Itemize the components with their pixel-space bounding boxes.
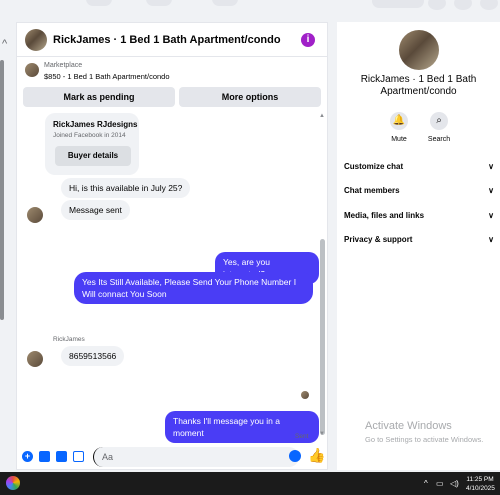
more-options-button[interactable]: More options xyxy=(179,87,321,107)
message-input[interactable]: Aa xyxy=(93,447,299,467)
scroll-up-arrow[interactable]: ▲ xyxy=(319,113,325,119)
section-label: Customize chat xyxy=(344,162,404,171)
activation-watermark-sub: Go to Settings to activate Windows. xyxy=(365,435,484,444)
chevron-down-icon: ∨ xyxy=(488,211,494,220)
left-scrollbar[interactable] xyxy=(0,60,4,320)
chevron-down-icon: ∨ xyxy=(488,162,494,171)
incoming-message[interactable]: 8659513566 xyxy=(61,346,125,366)
mark-pending-button[interactable]: Mark as pending xyxy=(23,87,175,107)
chat-title[interactable]: RickJames · 1 Bed 1 Bath Apartment/condo xyxy=(53,34,281,46)
search-icon[interactable]: ⌕ xyxy=(430,112,448,130)
listing-actions: Mark as pending More options xyxy=(17,87,327,111)
gif-icon[interactable] xyxy=(73,451,84,462)
chevron-up-icon[interactable]: ^ xyxy=(2,38,7,50)
chat-members-section[interactable]: Chat members ∨ xyxy=(344,186,494,198)
incoming-message[interactable]: Hi, is this available in July 25? xyxy=(61,178,191,198)
message-composer: + Aa 👍 xyxy=(17,445,327,469)
nav-icon-cut[interactable] xyxy=(86,0,112,6)
thumbs-up-icon[interactable]: 👍 xyxy=(308,447,325,464)
sent-status: Sent xyxy=(295,433,309,440)
privacy-support-section[interactable]: Privacy & support ∨ xyxy=(344,235,494,247)
nav-search-cut[interactable] xyxy=(372,0,424,8)
emoji-icon[interactable] xyxy=(289,450,301,462)
chevron-up-icon[interactable]: ^ xyxy=(424,479,428,488)
buyer-joined: Joined Facebook in 2014 xyxy=(53,132,126,139)
sender-name: RickJames xyxy=(53,336,85,343)
network-icon[interactable]: ▭ xyxy=(436,479,444,488)
avatar[interactable] xyxy=(399,30,439,70)
section-label: Media, files and links xyxy=(344,211,425,220)
clock-date: 4/10/2025 xyxy=(466,485,495,492)
marketplace-label: Marketplace xyxy=(44,62,83,69)
section-label: Chat members xyxy=(344,186,400,195)
contact-name: RickJames · 1 Bed 1 Bath Apartment/condo xyxy=(360,74,477,97)
chat-header: RickJames · 1 Bed 1 Bath Apartment/condo… xyxy=(17,23,327,57)
volume-icon[interactable]: ◁) xyxy=(450,479,459,488)
listing-description: $850 - 1 Bed 1 Bath Apartment/condo xyxy=(44,72,170,81)
section-label: Privacy & support xyxy=(344,235,413,244)
chat-scrollbar-thumb[interactable] xyxy=(320,239,325,435)
scroll-down-arrow[interactable]: ▼ xyxy=(319,431,325,437)
start-icon[interactable] xyxy=(6,476,20,490)
avatar[interactable] xyxy=(27,207,43,223)
search-label: Search xyxy=(427,136,451,143)
chat-panel: RickJames · 1 Bed 1 Bath Apartment/condo… xyxy=(16,22,328,470)
taskbar: ^ ▭ ◁) 11:25 PM 4/10/2025 xyxy=(0,472,500,495)
conversation-info-panel: RickJames · 1 Bed 1 Bath Apartment/condo… xyxy=(337,22,500,470)
plus-icon[interactable]: + xyxy=(22,451,33,462)
message-list[interactable]: ... RickJames RJdesigns Joined Facebook … xyxy=(17,113,319,447)
chevron-down-icon: ∨ xyxy=(488,235,494,244)
menu-icon[interactable] xyxy=(428,0,446,10)
listing-thumbnail xyxy=(25,63,39,77)
buyer-card: RickJames RJdesigns Joined Facebook in 2… xyxy=(45,113,139,175)
buyer-name: RickJames RJdesigns xyxy=(53,120,138,129)
clock-time: 11:25 PM xyxy=(466,476,494,483)
outgoing-message[interactable]: Yes Its Still Available, Please Send You… xyxy=(74,272,313,304)
nav-icon-cut[interactable] xyxy=(212,0,238,6)
avatar[interactable] xyxy=(27,351,43,367)
sticker-icon[interactable] xyxy=(56,451,67,462)
read-receipt-avatar xyxy=(301,391,309,399)
incoming-message[interactable]: Message sent xyxy=(61,200,130,220)
bell-icon[interactable]: 🔔 xyxy=(390,112,408,130)
image-icon[interactable] xyxy=(39,451,50,462)
clock[interactable]: 11:25 PM 4/10/2025 xyxy=(466,475,495,493)
nav-icon-cut[interactable] xyxy=(146,0,172,6)
avatar[interactable] xyxy=(25,29,47,51)
top-nav-strip xyxy=(0,0,500,22)
marketplace-listing[interactable]: Marketplace $850 - 1 Bed 1 Bath Apartmen… xyxy=(17,57,327,87)
buyer-details-button[interactable]: Buyer details xyxy=(55,146,131,166)
customize-chat-section[interactable]: Customize chat ∨ xyxy=(344,162,494,174)
info-icon[interactable]: i xyxy=(301,33,315,47)
mute-label: Mute xyxy=(391,136,407,143)
activation-watermark-title: Activate Windows xyxy=(365,420,452,432)
messenger-icon[interactable] xyxy=(454,0,472,10)
media-files-section[interactable]: Media, files and links ∨ xyxy=(344,211,494,223)
notifications-icon[interactable] xyxy=(480,0,498,10)
chevron-down-icon: ∨ xyxy=(488,186,494,195)
